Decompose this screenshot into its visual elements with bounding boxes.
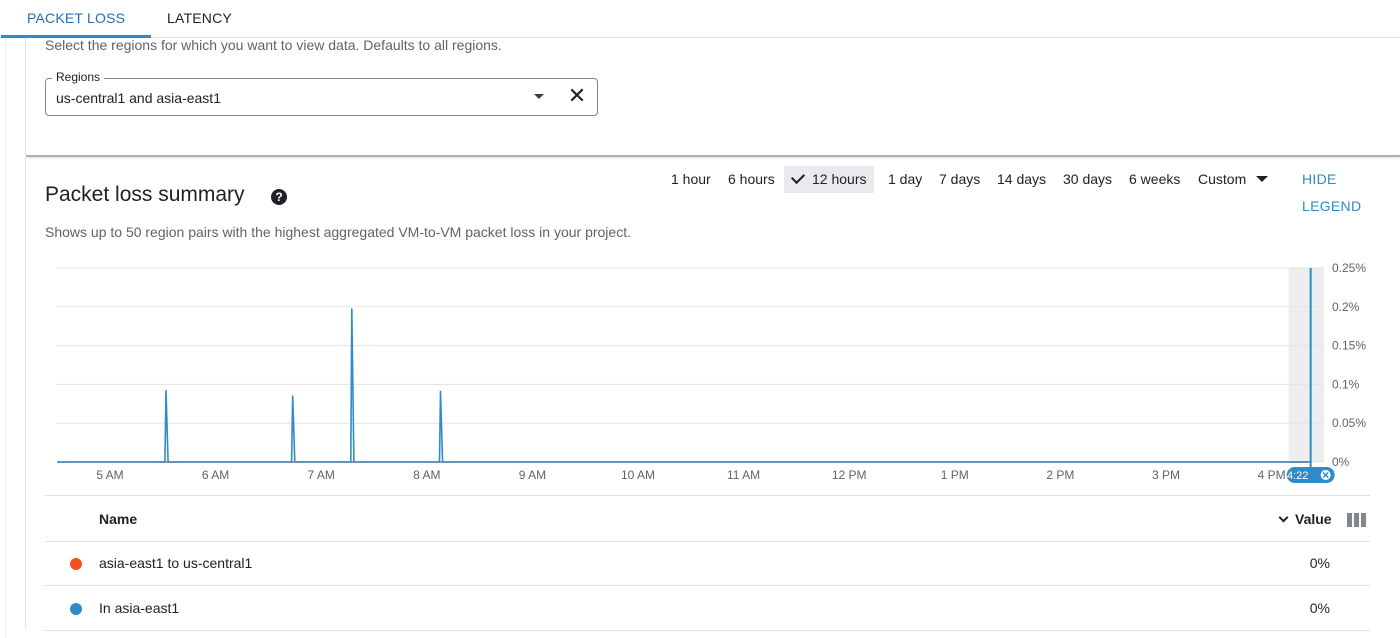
- x-tick-label: 6 AM: [202, 468, 229, 482]
- x-tick-label: 2 PM: [1046, 468, 1074, 482]
- tab-latency[interactable]: LATENCY: [167, 0, 232, 38]
- column-header-name[interactable]: Name: [99, 511, 137, 527]
- card-border: [25, 38, 26, 155]
- help-icon[interactable]: ?: [271, 189, 287, 205]
- time-cursor-label: 4:22: [1287, 470, 1308, 482]
- column-header-value-label: Value: [1295, 511, 1332, 527]
- y-tick-label: 0.1%: [1332, 377, 1360, 391]
- regions-hint: Select the regions for which you want to…: [45, 37, 502, 53]
- x-tick-label: 4 PM: [1258, 468, 1286, 482]
- range-custom[interactable]: Custom: [1190, 166, 1276, 193]
- summary-subtitle: Shows up to 50 region pairs with the hig…: [45, 224, 631, 240]
- row-value: 0%: [1309, 555, 1330, 571]
- sort-desc-icon: [1278, 512, 1289, 523]
- x-tick-label: 10 AM: [621, 468, 655, 482]
- table-row[interactable]: asia-east1 to us-central1 0%: [45, 542, 1370, 586]
- check-icon: [790, 169, 806, 185]
- x-tick-label: 8 AM: [413, 468, 440, 482]
- regions-value: us-central1 and asia-east1: [56, 90, 221, 106]
- y-tick-label: 0.15%: [1332, 339, 1366, 353]
- range-1-hour[interactable]: 1 hour: [663, 166, 719, 193]
- y-tick-label: 0.05%: [1332, 416, 1366, 430]
- row-name: In asia-east1: [99, 600, 180, 616]
- range-custom-label: Custom: [1198, 171, 1247, 187]
- series-color-dot: [70, 558, 82, 570]
- range-7-days[interactable]: 7 days: [931, 166, 988, 193]
- range-12-hours[interactable]: 12 hours: [784, 166, 875, 193]
- y-tick-label: 0.25%: [1332, 261, 1366, 275]
- column-settings-icon[interactable]: [1347, 513, 1366, 527]
- range-1-day[interactable]: 1 day: [880, 166, 930, 193]
- range-6-weeks[interactable]: 6 weeks: [1121, 166, 1188, 193]
- dropdown-arrow-icon: [1256, 176, 1269, 182]
- regions-select[interactable]: Regions us-central1 and asia-east1 ✕: [45, 70, 598, 116]
- hide-legend-button[interactable]: HIDE LEGEND: [1302, 166, 1400, 214]
- x-tick-label: 9 AM: [519, 468, 546, 482]
- series-line: [57, 308, 1311, 463]
- tab-packet-loss[interactable]: PACKET LOSS: [0, 0, 152, 38]
- x-tick-label: 12 PM: [832, 468, 867, 482]
- x-tick-label: 3 PM: [1152, 468, 1180, 482]
- x-tick-label: 7 AM: [308, 468, 335, 482]
- regions-label: Regions: [52, 70, 105, 84]
- dropdown-arrow-icon[interactable]: [534, 94, 544, 99]
- tab-bar: PACKET LOSS LATENCY: [0, 0, 1400, 38]
- series-color-dot: [70, 603, 82, 615]
- x-tick-label: 1 PM: [941, 468, 969, 482]
- card-divider: [26, 155, 1400, 157]
- packet-loss-chart[interactable]: 0% 0.05% 0.1% 0.15% 0.2% 0.25% 5 AM 6 AM 7 AM 8 A…: [0, 255, 1400, 490]
- table-row[interactable]: In asia-east1 0%: [45, 587, 1370, 631]
- range-30-days[interactable]: 30 days: [1055, 166, 1120, 193]
- column-header-value[interactable]: Value: [1278, 511, 1332, 527]
- row-name: asia-east1 to us-central1: [99, 555, 253, 571]
- range-12-hours-label: 12 hours: [812, 171, 867, 187]
- y-tick-label: 0%: [1332, 455, 1350, 469]
- range-14-days[interactable]: 14 days: [989, 166, 1054, 193]
- x-tick-label: 5 AM: [96, 468, 123, 482]
- range-6-hours[interactable]: 6 hours: [720, 166, 783, 193]
- row-value: 0%: [1309, 600, 1330, 616]
- divider: [45, 495, 1370, 496]
- x-tick-label: 11 AM: [727, 468, 760, 482]
- y-tick-label: 0.2%: [1332, 300, 1360, 314]
- clear-icon[interactable]: ✕: [566, 85, 588, 107]
- page-title: Packet loss summary: [45, 183, 245, 206]
- current-time-shade: [1288, 268, 1324, 462]
